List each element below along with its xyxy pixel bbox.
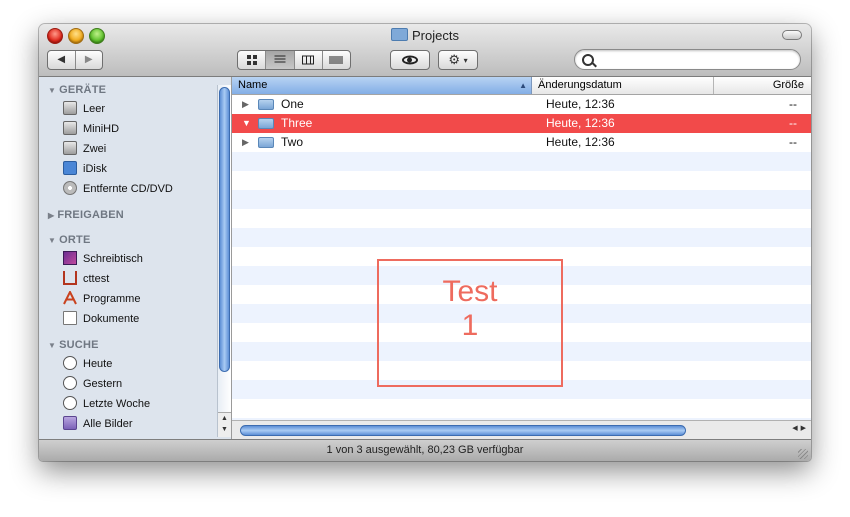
folder-icon <box>258 99 274 110</box>
documents-icon <box>63 311 77 325</box>
status-bar: 1 von 3 ausgewählt, 80,23 GB verfügbar <box>39 439 811 461</box>
icon-view-icon <box>246 55 257 65</box>
disclosure-triangle-icon: ▼ <box>48 236 57 245</box>
view-mode-control <box>237 50 351 70</box>
clock-icon <box>63 376 77 390</box>
folder-icon <box>258 118 274 129</box>
eye-icon <box>402 55 418 65</box>
table-row[interactable]: ▶ One Heute, 12:36 -- <box>232 95 811 114</box>
hard-disk-icon <box>63 141 77 155</box>
chevron-down-icon: ▾ <box>463 56 468 65</box>
icon-view-button[interactable] <box>238 51 265 69</box>
disclosure-triangle-icon: ▼ <box>48 86 57 95</box>
search-icon <box>582 54 594 66</box>
disclosure-triangle-icon[interactable]: ▼ <box>242 114 251 133</box>
horizontal-scrollbar[interactable]: ◀▶ <box>232 420 811 439</box>
hard-disk-icon <box>63 121 77 135</box>
sidebar-item-zwei[interactable]: Zwei <box>63 141 106 157</box>
file-list-view: Name ▲ Änderungsdatum Größe ▶ One Heute, … <box>232 77 811 439</box>
folder-icon <box>258 137 274 148</box>
sidebar-item-gestern[interactable]: Gestern <box>63 376 122 392</box>
horizontal-scroll-thumb[interactable] <box>240 425 686 436</box>
status-text: 1 von 3 ausgewählt, 80,23 GB verfügbar <box>326 444 524 456</box>
horizontal-scroll-arrows[interactable]: ◀▶ <box>792 424 809 432</box>
size-column-header[interactable]: Größe <box>714 77 811 94</box>
disclosure-triangle-icon: ▶ <box>48 211 55 220</box>
search-field[interactable] <box>574 49 801 70</box>
list-view-icon <box>274 55 286 65</box>
disclosure-triangle-icon: ▼ <box>48 341 57 350</box>
quick-look-button[interactable] <box>390 50 430 70</box>
test-annotation-box: Test 1 <box>377 259 563 387</box>
cd-icon <box>63 181 77 195</box>
sidebar-item-leer[interactable]: Leer <box>63 101 105 117</box>
sidebar-item-idisk[interactable]: iDisk <box>63 161 107 177</box>
home-icon <box>63 271 77 285</box>
table-row[interactable]: ▼ Three Heute, 12:36 -- <box>232 114 811 133</box>
clock-icon <box>63 396 77 410</box>
folder-icon <box>391 28 409 41</box>
list-view-button[interactable] <box>265 51 294 69</box>
forward-button[interactable]: ▶ <box>74 51 103 69</box>
pictures-folder-icon <box>63 416 77 430</box>
name-column-header[interactable]: Name ▲ <box>232 77 532 94</box>
sidebar-item-programme[interactable]: Programme <box>63 289 140 307</box>
sidebar-section-shared[interactable]: ▶ FREIGABEN <box>48 209 124 221</box>
sidebar-section-devices[interactable]: ▼ GERÄTE <box>48 84 106 96</box>
sidebar-item-dokumente[interactable]: Dokumente <box>63 311 139 327</box>
disclosure-triangle-icon[interactable]: ▶ <box>242 95 249 114</box>
resize-grip[interactable] <box>798 449 808 459</box>
sidebar-section-search[interactable]: ▼ SUCHE <box>48 339 99 351</box>
finder-window: Projects ◀ ▶ ⚙ ▾ ▼ GERÄTE Leer MiniHD Zwe… <box>39 24 811 461</box>
sidebar-item-heute[interactable]: Heute <box>63 356 112 372</box>
coverflow-view-button[interactable] <box>321 51 350 69</box>
title-bar: Projects ◀ ▶ ⚙ ▾ <box>39 24 811 77</box>
sidebar-item-minihd[interactable]: MiniHD <box>63 121 119 137</box>
date-column-header[interactable]: Änderungsdatum <box>532 77 714 94</box>
column-header: Name ▲ Änderungsdatum Größe <box>232 77 811 95</box>
scroll-arrows[interactable]: ▲ ▼ <box>218 412 231 437</box>
coverflow-view-icon <box>329 56 343 64</box>
sidebar-item-home[interactable]: cttest <box>63 271 109 287</box>
clock-icon <box>63 356 77 370</box>
idisk-icon <box>63 161 77 175</box>
column-view-button[interactable] <box>293 51 322 69</box>
annotation-line-2: 1 <box>461 309 479 342</box>
table-row[interactable]: ▶ Two Heute, 12:36 -- <box>232 133 811 152</box>
sidebar-scrollbar[interactable]: ▲ ▼ <box>217 85 231 437</box>
back-button[interactable]: ◀ <box>48 51 75 69</box>
back-forward-control: ◀ ▶ <box>47 50 103 70</box>
disclosure-triangle-icon[interactable]: ▶ <box>242 133 249 152</box>
sidebar-item-remote-cd[interactable]: Entfernte CD/DVD <box>63 181 173 197</box>
window-title: Projects <box>39 28 811 43</box>
column-view-icon <box>302 55 315 65</box>
sidebar: ▼ GERÄTE Leer MiniHD Zwei iDisk Entfernte… <box>39 77 232 439</box>
sidebar-scroll-thumb[interactable] <box>219 87 230 372</box>
applications-icon <box>63 289 77 305</box>
annotation-line-1: Test <box>442 275 498 308</box>
desktop-icon <box>63 251 77 265</box>
sort-ascending-icon: ▲ <box>519 81 527 90</box>
sidebar-item-alle-bilder[interactable]: Alle Bilder <box>63 416 133 432</box>
sidebar-section-places[interactable]: ▼ ORTE <box>48 234 90 246</box>
sidebar-item-letzte-woche[interactable]: Letzte Woche <box>63 396 150 412</box>
sidebar-item-schreibtisch[interactable]: Schreibtisch <box>63 251 143 267</box>
toolbar-toggle-button[interactable] <box>782 30 802 40</box>
gear-icon: ⚙ <box>448 52 460 67</box>
hard-disk-icon <box>63 101 77 115</box>
action-menu-button[interactable]: ⚙ ▾ <box>438 50 478 70</box>
